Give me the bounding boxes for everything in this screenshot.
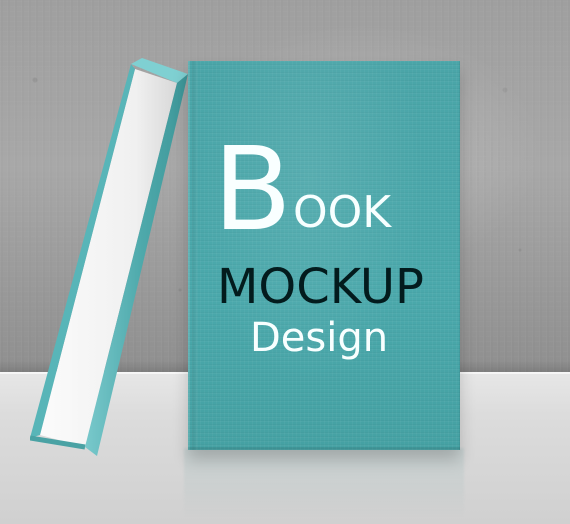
cover-big-letter: B: [213, 123, 292, 257]
leaning-book: [30, 58, 188, 456]
cover-title-rest: OOK: [293, 187, 392, 238]
cover-subtitle: MOCKUP: [217, 259, 424, 315]
book-reflection: [184, 448, 464, 518]
book-mockup-scene: B OOK MOCKUP Design: [0, 0, 570, 524]
cover-tagline: Design: [250, 315, 389, 361]
